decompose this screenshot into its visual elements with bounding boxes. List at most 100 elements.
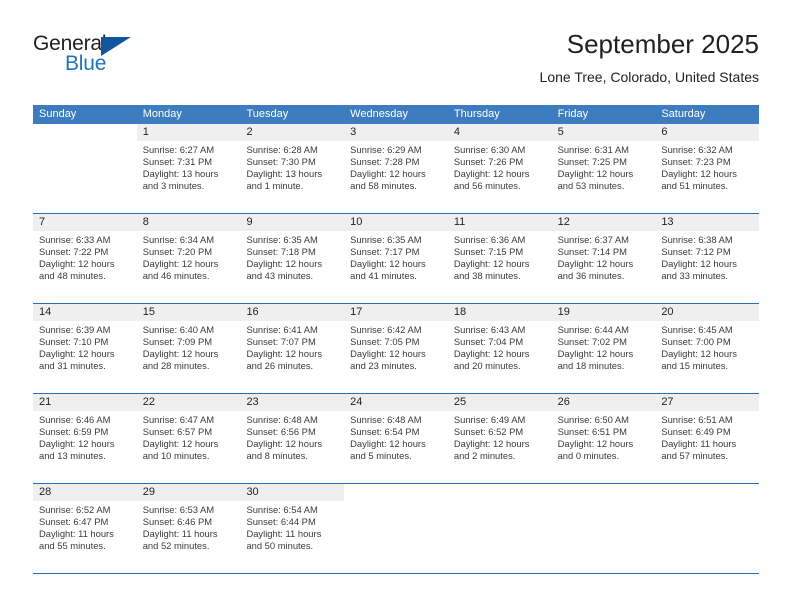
calendar-day-cell[interactable]: 16 Sunrise: 6:41 AM Sunset: 7:07 PM Dayligh… [240,304,345,393]
day-number: 2 [246,126,253,138]
daylight-text-line1: Daylight: 12 hours [557,257,634,269]
calendar-day-cell[interactable]: 4 Sunrise: 6:30 AM Sunset: 7:26 PM Daylight… [447,124,552,213]
calendar-day-cell[interactable]: 1 Sunrise: 6:27 AM Sunset: 7:31 PM Daylight… [136,124,241,213]
sunrise-text: Sunrise: 6:37 AM [557,234,629,245]
daylight-text-line2: and 51 minutes. [661,179,729,191]
daylight-text-line2: and 18 minutes. [557,359,625,371]
calendar-day-cell[interactable]: 28 Sunrise: 6:52 AM Sunset: 6:47 PM Dayligh… [33,484,137,573]
calendar-day-cell[interactable]: 22 Sunrise: 6:47 AM Sunset: 6:57 PM Dayligh… [136,394,241,483]
daylight-text-line1: Daylight: 12 hours [661,347,737,359]
day-number-band: 10 [344,214,448,231]
daylight-text-line2: and 8 minutes. [246,449,308,461]
day-details: Sunrise: 6:48 AM Sunset: 6:54 PM Daylight:… [344,411,448,462]
calendar-day-cell-empty [552,484,656,573]
calendar-day-cell[interactable]: 15 Sunrise: 6:40 AM Sunset: 7:09 PM Dayligh… [136,304,241,393]
day-number-band [552,484,656,501]
daylight-text-line1: Daylight: 12 hours [246,257,323,269]
calendar-day-cell[interactable]: 5 Sunrise: 6:31 AM Sunset: 7:25 PM Daylight… [551,124,656,213]
calendar-day-cell[interactable]: 8 Sunrise: 6:34 AM Sunset: 7:20 PM Daylight… [136,214,241,303]
day-number: 1 [142,126,149,138]
weekday-header-monday: Monday [142,108,182,120]
day-number-band: 14 [33,304,137,321]
daylight-text-line2: and 41 minutes. [350,269,417,281]
sunrise-text: Sunrise: 6:29 AM [350,144,422,155]
calendar-day-cell[interactable]: 23 Sunrise: 6:48 AM Sunset: 6:56 PM Dayligh… [240,394,345,483]
daylight-text-line1: Daylight: 13 hours [142,167,219,179]
calendar-day-cell[interactable]: 17 Sunrise: 6:42 AM Sunset: 7:05 PM Dayligh… [344,304,448,393]
day-number-band: 22 [136,394,241,411]
calendar-day-cell[interactable]: 2 Sunrise: 6:28 AM Sunset: 7:30 PM Daylight… [240,124,345,213]
day-number: 27 [661,396,674,408]
day-number-band: 21 [33,394,137,411]
calendar-day-cell[interactable]: 9 Sunrise: 6:35 AM Sunset: 7:18 PM Daylight… [240,214,345,303]
calendar-day-cell[interactable]: 25 Sunrise: 6:49 AM Sunset: 6:52 PM Dayligh… [447,394,552,483]
day-details: Sunrise: 6:38 AM Sunset: 7:12 PM Daylight:… [655,231,759,282]
day-details: Sunrise: 6:53 AM Sunset: 6:46 PM Daylight:… [137,501,241,552]
calendar-day-cell[interactable]: 26 Sunrise: 6:50 AM Sunset: 6:51 PM Dayligh… [551,394,656,483]
calendar-day-cell[interactable]: 11 Sunrise: 6:36 AM Sunset: 7:15 PM Dayligh… [447,214,552,303]
calendar-day-cell[interactable]: 29 Sunrise: 6:53 AM Sunset: 6:46 PM Dayligh… [136,484,241,573]
day-number-band: 15 [136,304,241,321]
daylight-text-line2: and 33 minutes. [661,269,729,281]
day-details: Sunrise: 6:31 AM Sunset: 7:25 PM Daylight:… [552,141,656,192]
day-details: Sunrise: 6:43 AM Sunset: 7:04 PM Daylight:… [448,321,552,372]
day-details: Sunrise: 6:36 AM Sunset: 7:15 PM Daylight:… [448,231,552,282]
sunrise-text: Sunrise: 6:35 AM [350,234,422,245]
calendar-day-cell[interactable]: 30 Sunrise: 6:54 AM Sunset: 6:44 PM Dayligh… [240,484,345,573]
calendar-day-cell[interactable]: 19 Sunrise: 6:44 AM Sunset: 7:02 PM Dayligh… [551,304,656,393]
day-details: Sunrise: 6:44 AM Sunset: 7:02 PM Daylight:… [552,321,656,372]
calendar-week-row: 7 Sunrise: 6:33 AM Sunset: 7:22 PM Daylight… [33,214,760,304]
daylight-text-line1: Daylight: 11 hours [661,437,737,449]
weekday-header-wednesday: Wednesday [350,108,409,120]
page-title: September 2025 [566,29,759,59]
daylight-text-line1: Daylight: 12 hours [453,437,530,449]
day-number: 12 [557,216,570,228]
day-details: Sunrise: 6:33 AM Sunset: 7:22 PM Daylight:… [33,231,137,282]
day-number: 7 [39,216,46,228]
day-number: 30 [246,486,259,498]
daylight-text-line2: and 15 minutes. [661,359,729,371]
daylight-text-line1: Daylight: 12 hours [557,437,634,449]
page-header: General Blue September 2025 Lone Tree, C… [33,28,759,98]
brand-logo[interactable]: General Blue [33,28,183,88]
calendar-day-cell[interactable]: 6 Sunrise: 6:32 AM Sunset: 7:23 PM Daylight… [655,124,760,213]
calendar-day-cell[interactable]: 20 Sunrise: 6:45 AM Sunset: 7:00 PM Dayligh… [655,304,760,393]
day-number-band: 7 [33,214,137,231]
day-details: Sunrise: 6:40 AM Sunset: 7:09 PM Daylight:… [137,321,241,372]
calendar-day-cell[interactable]: 12 Sunrise: 6:37 AM Sunset: 7:14 PM Dayligh… [551,214,656,303]
daylight-text-line2: and 3 minutes. [142,179,205,191]
daylight-text-line1: Daylight: 12 hours [453,167,530,179]
calendar-day-cell[interactable]: 27 Sunrise: 6:51 AM Sunset: 6:49 PM Dayligh… [655,394,760,483]
day-number-band: 30 [240,484,345,501]
calendar-day-cell[interactable]: 18 Sunrise: 6:43 AM Sunset: 7:04 PM Dayligh… [447,304,552,393]
sunset-text: Sunset: 6:49 PM [661,425,731,437]
day-details: Sunrise: 6:48 AM Sunset: 6:56 PM Daylight:… [240,411,344,462]
daylight-text-line1: Daylight: 12 hours [557,347,634,359]
weekday-header-row: Sunday Monday Tuesday Wednesday Thursday Frid… [33,105,759,124]
calendar-day-cell[interactable]: 14 Sunrise: 6:39 AM Sunset: 7:10 PM Dayligh… [33,304,137,393]
day-number-band: 8 [136,214,241,231]
calendar-day-cell[interactable]: 21 Sunrise: 6:46 AM Sunset: 6:59 PM Dayligh… [33,394,137,483]
sunset-text: Sunset: 7:10 PM [39,335,109,347]
day-number: 16 [246,306,259,318]
brand-name-blue: Blue [65,52,107,75]
sunrise-text: Sunrise: 6:41 AM [246,324,318,335]
day-number-band: 3 [344,124,448,141]
sunrise-text: Sunrise: 6:44 AM [557,324,629,335]
calendar-day-cell[interactable]: 13 Sunrise: 6:38 AM Sunset: 7:12 PM Dayligh… [655,214,760,303]
calendar-day-cell[interactable]: 10 Sunrise: 6:35 AM Sunset: 7:17 PM Dayligh… [344,214,448,303]
sunset-text: Sunset: 6:59 PM [39,425,109,437]
calendar-day-cell[interactable]: 3 Sunrise: 6:29 AM Sunset: 7:28 PM Daylight… [344,124,448,213]
sunset-text: Sunset: 6:52 PM [453,425,524,437]
day-number: 20 [661,306,674,318]
daylight-text-line1: Daylight: 12 hours [350,167,426,179]
sunset-text: Sunset: 7:05 PM [350,335,420,347]
day-number-band: 25 [447,394,552,411]
calendar-day-cell[interactable]: 24 Sunrise: 6:48 AM Sunset: 6:54 PM Dayligh… [344,394,448,483]
calendar-day-cell[interactable]: 7 Sunrise: 6:33 AM Sunset: 7:22 PM Daylight… [33,214,137,303]
daylight-text-line2: and 10 minutes. [142,449,210,461]
daylight-text-line1: Daylight: 12 hours [39,437,115,449]
day-details: Sunrise: 6:39 AM Sunset: 7:10 PM Daylight:… [33,321,137,372]
sunrise-text: Sunrise: 6:43 AM [453,324,526,335]
day-details: Sunrise: 6:41 AM Sunset: 7:07 PM Daylight:… [240,321,344,372]
